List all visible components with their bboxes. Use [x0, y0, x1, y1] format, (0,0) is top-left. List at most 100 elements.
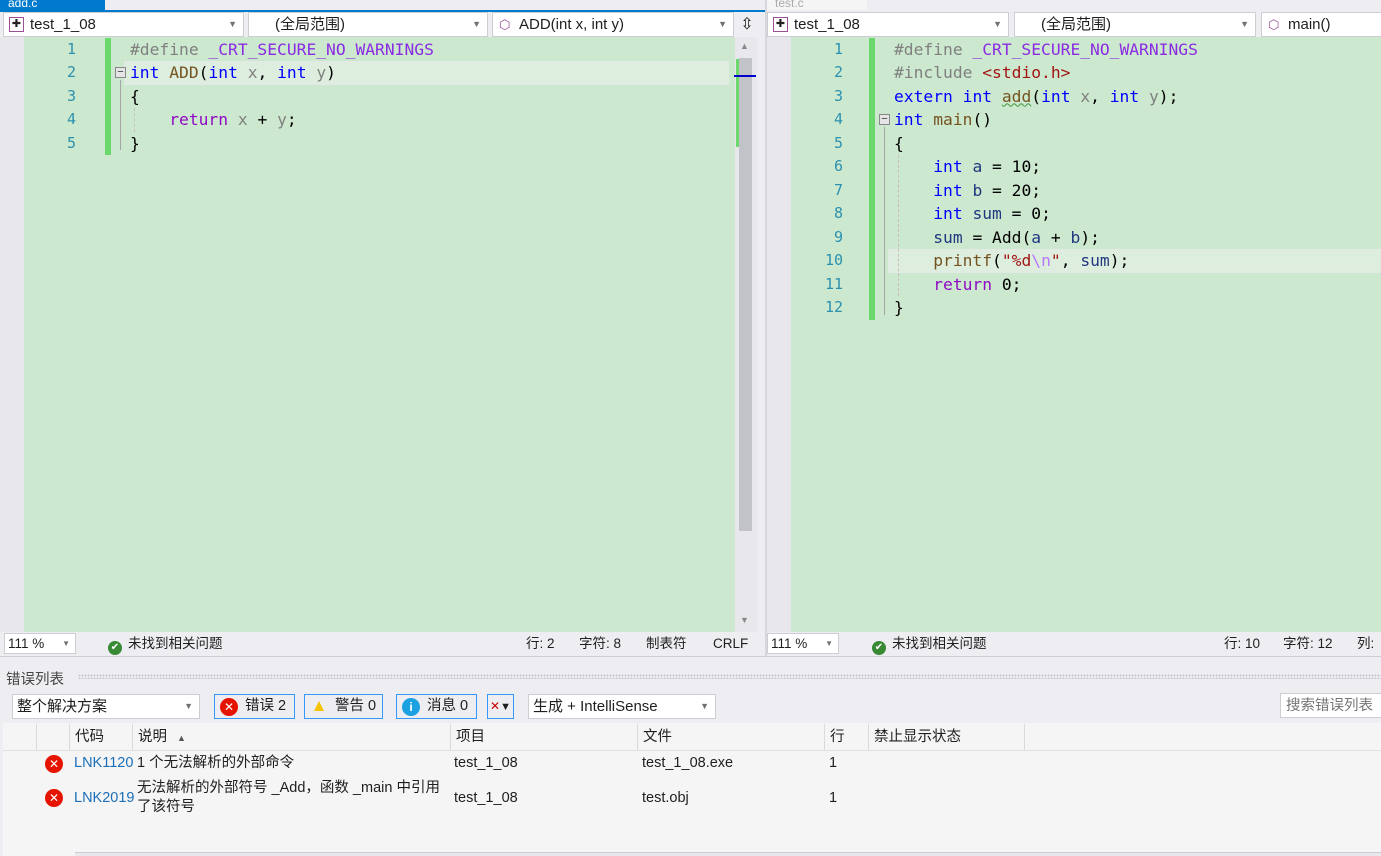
- code-line: {: [894, 132, 904, 156]
- change-indicator-bar: [105, 37, 111, 155]
- error-code-link[interactable]: LNK1120: [74, 754, 136, 773]
- zoom-dropdown[interactable]: 111 % ▼: [767, 633, 839, 654]
- issues-indicator[interactable]: ✔ 未找到相关问题: [108, 632, 223, 655]
- col-icon: [36, 724, 69, 750]
- zoom-dropdown[interactable]: 111 % ▼: [4, 633, 76, 654]
- char-indicator: 字符: 8: [579, 636, 622, 651]
- line-number: 5: [833, 133, 843, 152]
- scope-dropdown[interactable]: (全局范围) ▼: [248, 12, 488, 37]
- scope-filter-dropdown[interactable]: 整个解决方案 ▼: [12, 694, 200, 719]
- scope-label: (全局范围): [1041, 16, 1111, 33]
- scroll-up-icon[interactable]: ▲: [740, 41, 749, 51]
- glyph-margin: [0, 37, 24, 632]
- errors-toggle[interactable]: ✕ 错误 2: [214, 694, 295, 719]
- col-suppression[interactable]: 禁止显示状态: [868, 724, 1025, 750]
- code-line: int sum = 0;: [894, 202, 1051, 226]
- error-project: test_1_08: [454, 790, 518, 806]
- code-token: {: [130, 86, 140, 106]
- member-dropdown-right[interactable]: ⬡ main(): [1261, 12, 1381, 37]
- fold-line: [120, 79, 121, 150]
- line-number: 3: [66, 86, 76, 105]
- line-number: 4: [833, 110, 843, 128]
- code-token: y: [277, 110, 287, 129]
- member-dropdown[interactable]: ⬡ ADD(int x, int y) ▼: [492, 12, 734, 37]
- error-line: 1: [829, 790, 838, 806]
- source-filter-dropdown[interactable]: 生成 + IntelliSense ▼: [528, 694, 716, 719]
- fold-line: [884, 126, 885, 315]
- code-editor-right[interactable]: 1 #define _CRT_SECURE_NO_WARNINGS 2 #includ…: [767, 37, 1381, 632]
- project-dropdown[interactable]: ✚ test_1_08 ▼: [3, 12, 244, 37]
- char-indicator: 字符: 12: [1283, 636, 1333, 651]
- col-file[interactable]: 文件: [637, 724, 824, 750]
- error-code-link[interactable]: LNK2019: [74, 789, 136, 808]
- code-token: #define: [130, 39, 209, 59]
- info-icon: i: [402, 698, 420, 716]
- warnings-label: 警告 0: [335, 698, 377, 714]
- tabs-indicator[interactable]: 制表符: [646, 632, 687, 655]
- scroll-thumb[interactable]: [739, 58, 752, 531]
- issues-text: 未找到相关问题: [892, 636, 987, 651]
- code-token: }: [130, 133, 140, 153]
- code-token: int: [208, 63, 238, 82]
- chevron-down-icon: ▼: [62, 639, 70, 648]
- error-icon: ✕: [45, 789, 63, 807]
- caret-marker: [734, 75, 756, 77]
- code-token: );: [1080, 227, 1100, 247]
- cube-icon: ⬡: [499, 17, 511, 32]
- check-icon: ✔: [872, 641, 886, 655]
- tab-add-c[interactable]: add.c: [0, 0, 105, 10]
- code-token: = 10;: [982, 157, 1042, 176]
- collapse-icon[interactable]: −: [879, 114, 890, 125]
- code-token: ;: [286, 110, 297, 129]
- warning-icon: ▲: [310, 696, 328, 715]
- code-line: int a = 10;: [894, 155, 1041, 179]
- change-indicator-bar: [869, 37, 875, 320]
- project-label: test_1_08: [30, 16, 96, 33]
- scope-dropdown-right[interactable]: (全局范围) ▼: [1014, 12, 1256, 37]
- zoom-level: 111 %: [771, 636, 808, 651]
- line-number: 8: [833, 204, 843, 222]
- issues-indicator[interactable]: ✔ 未找到相关问题: [872, 632, 987, 655]
- filter-button[interactable]: ✕▼: [487, 694, 514, 719]
- col-project[interactable]: 项目: [450, 724, 637, 750]
- code-token: sum: [962, 204, 1002, 223]
- eol-indicator[interactable]: CRLF: [713, 632, 748, 655]
- panel-grip[interactable]: [78, 674, 1381, 679]
- collapse-icon[interactable]: −: [115, 67, 126, 78]
- status-bar-left: 111 % ▼ ✔ 未找到相关问题 行: 2 字符: 8 制表符 CRLF: [0, 632, 765, 655]
- split-button[interactable]: ⇳: [736, 12, 758, 37]
- project-icon: ✚: [9, 17, 24, 32]
- funnel-icon: ▼: [500, 701, 511, 713]
- code-token: add: [1001, 86, 1032, 106]
- col-desc[interactable]: 说明 ▲: [132, 724, 450, 750]
- line-number: 4: [66, 110, 76, 128]
- code-editor-left[interactable]: 1 #define _CRT_SECURE_NO_WARNINGS 2 int ADD…: [0, 37, 735, 632]
- code-token: int: [962, 86, 993, 106]
- project-icon: ✚: [773, 17, 788, 32]
- search-error-list-input[interactable]: [1280, 693, 1381, 718]
- code-token: a: [1031, 227, 1042, 247]
- col-line[interactable]: 行: [824, 724, 868, 750]
- chevron-down-icon: ▼: [825, 639, 833, 648]
- project-dropdown-right[interactable]: ✚ test_1_08 ▼: [767, 12, 1009, 37]
- tab-test-c[interactable]: test.c: [767, 0, 867, 10]
- issues-text: 未找到相关问题: [128, 636, 223, 651]
- error-file: test.obj: [642, 790, 689, 806]
- code-line: #define _CRT_SECURE_NO_WARNINGS: [894, 38, 1198, 62]
- warnings-toggle[interactable]: ▲ 警告 0: [304, 694, 383, 719]
- vertical-scrollbar[interactable]: ▲ ▼: [734, 37, 757, 632]
- chevron-down-icon: ▼: [718, 19, 727, 29]
- code-line: int b = 20;: [894, 179, 1041, 203]
- code-token: return: [933, 274, 993, 294]
- col-code[interactable]: 代码: [69, 724, 132, 750]
- horizontal-scrollbar[interactable]: [75, 852, 1381, 856]
- scroll-down-icon[interactable]: ▼: [740, 615, 749, 625]
- code-token: (: [1031, 86, 1042, 106]
- messages-toggle[interactable]: i 消息 0: [396, 694, 477, 719]
